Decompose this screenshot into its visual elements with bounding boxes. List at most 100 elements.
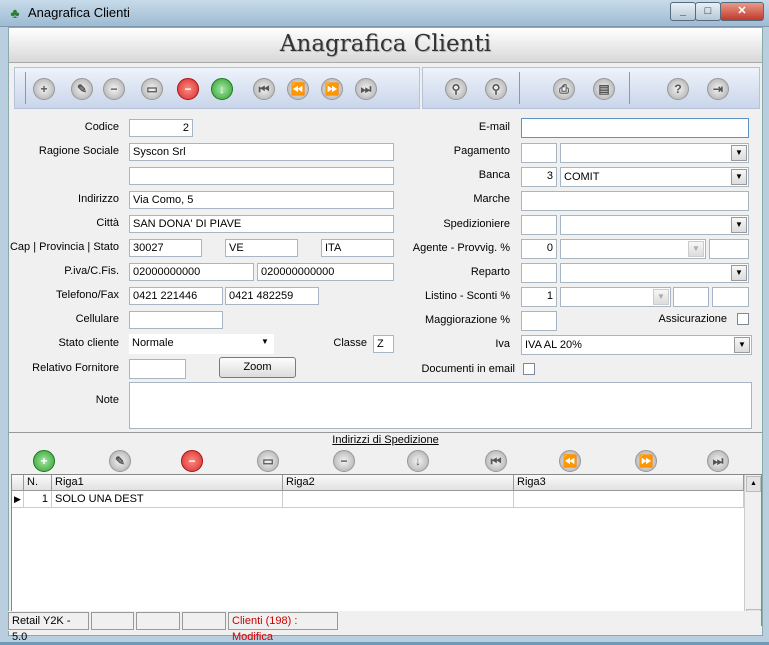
indirizzo-field[interactable]: Via Como, 5 — [129, 191, 394, 209]
citta-field[interactable]: SAN DONA' DI PIAVE — [129, 215, 394, 233]
documenti-email-label: Documenti in email — [421, 363, 515, 375]
edit-address-icon[interactable]: ✎ — [109, 450, 131, 472]
export-icon[interactable]: ▤ — [593, 78, 615, 100]
relativo-fornitore-field[interactable] — [129, 359, 186, 379]
vertical-scrollbar[interactable]: ▲ ▼ — [744, 475, 761, 623]
table-cell-riga2[interactable] — [283, 491, 514, 508]
listino-code-field[interactable]: 1 — [521, 287, 557, 307]
iva-select[interactable]: IVA AL 20% ▼ — [521, 335, 752, 355]
agente-select[interactable]: ▼ — [560, 239, 706, 259]
zoom-button[interactable]: Zoom — [219, 357, 296, 378]
status-panel-2 — [91, 612, 134, 630]
documenti-email-checkbox[interactable] — [523, 363, 535, 375]
marche-field[interactable] — [521, 191, 749, 211]
scroll-up-icon[interactable]: ▲ — [746, 476, 761, 492]
advanced-search-icon[interactable]: ⚲ — [485, 78, 507, 100]
ragione-sociale-2-field[interactable] — [129, 167, 394, 185]
chevron-down-icon[interactable]: ▼ — [731, 217, 747, 233]
first-address-icon[interactable]: ⏮ — [485, 450, 507, 472]
chevron-down-icon[interactable]: ▼ — [688, 241, 704, 257]
edit-icon[interactable]: ✎ — [71, 78, 93, 100]
assicurazione-checkbox[interactable] — [737, 313, 749, 325]
sconto-1-field[interactable] — [673, 287, 709, 307]
page-title: Anagrafica Clienti — [279, 31, 492, 57]
stato-field[interactable]: ITA — [321, 239, 394, 257]
cancel-address-icon[interactable]: − — [333, 450, 355, 472]
first-record-icon[interactable]: ⏮ — [253, 78, 275, 100]
confirm-address-icon[interactable]: ↓ — [407, 450, 429, 472]
status-version: Retail Y2K - 5.0 — [8, 612, 89, 643]
spedizioniere-code-field[interactable] — [521, 215, 557, 235]
status-panel-4 — [182, 612, 226, 630]
column-header-riga2[interactable]: Riga2 — [283, 475, 514, 491]
printer-icon[interactable]: ⎙ — [553, 78, 575, 100]
toolbar-separator — [519, 72, 520, 104]
chevron-down-icon[interactable]: ▼ — [731, 145, 747, 161]
maggiorazione-field[interactable] — [521, 311, 557, 331]
spedizioniere-select[interactable]: ▼ — [560, 215, 749, 235]
telefono-field[interactable]: 0421 221446 — [129, 287, 223, 305]
spedizione-toolbar: + ✎ − ▭ − ↓ ⏮ ⏪ ⏩ ⏭ — [9, 448, 762, 472]
last-address-icon[interactable]: ⏭ — [707, 450, 729, 472]
fax-field[interactable]: 0421 482259 — [225, 287, 319, 305]
agente-code-field[interactable]: 0 — [521, 239, 557, 259]
ragione-sociale-label: Ragione Sociale — [38, 145, 119, 157]
cap-provincia-stato-label: Cap | Provincia | Stato — [9, 241, 119, 253]
stato-cliente-select[interactable]: Normale ▼ — [129, 334, 274, 354]
help-icon[interactable]: ? — [667, 78, 689, 100]
pagamento-code-field[interactable] — [521, 143, 557, 163]
classe-field[interactable]: Z — [373, 335, 394, 353]
codice-field[interactable]: 2 — [129, 119, 193, 137]
last-record-icon[interactable]: ⏭ — [355, 78, 377, 100]
table-cell-n[interactable]: 1 — [24, 491, 52, 508]
confirm-icon[interactable]: ↓ — [211, 78, 233, 100]
codice-fiscale-field[interactable]: 020000000000 — [257, 263, 394, 281]
minimize-button[interactable]: _ — [670, 2, 696, 21]
previous-address-icon[interactable]: ⏪ — [559, 450, 581, 472]
previous-record-icon[interactable]: ⏪ — [287, 78, 309, 100]
exit-icon[interactable]: ⇥ — [707, 78, 729, 100]
reparto-code-field[interactable] — [521, 263, 557, 283]
maximize-button[interactable]: □ — [695, 2, 721, 21]
next-record-icon[interactable]: ⏩ — [321, 78, 343, 100]
provincia-field[interactable]: VE — [225, 239, 298, 257]
close-button[interactable]: ✕ — [720, 2, 764, 21]
sconto-2-field[interactable] — [712, 287, 749, 307]
provvigione-field[interactable] — [709, 239, 749, 259]
add-address-icon[interactable]: + — [33, 450, 55, 472]
cancel-icon[interactable]: − — [177, 78, 199, 100]
print-preview-icon[interactable]: ▭ — [141, 78, 163, 100]
column-header-riga1[interactable]: Riga1 — [52, 475, 283, 491]
search-icon[interactable]: ⚲ — [445, 78, 467, 100]
banca-select[interactable]: COMIT ▼ — [560, 167, 749, 187]
column-header-riga3[interactable]: Riga3 — [514, 475, 744, 491]
pagamento-select[interactable]: ▼ — [560, 143, 749, 163]
piva-field[interactable]: 02000000000 — [129, 263, 254, 281]
status-panel-3 — [136, 612, 180, 630]
column-header-n[interactable]: N. — [24, 475, 52, 491]
title-bar[interactable]: ♣ Anagrafica Clienti _ □ ✕ — [0, 0, 769, 27]
chevron-down-icon[interactable]: ▼ — [653, 289, 669, 305]
classe-label: Classe — [333, 337, 367, 349]
cap-field[interactable]: 30027 — [129, 239, 202, 257]
new-record-icon[interactable]: + — [33, 78, 55, 100]
toolbar-separator — [25, 72, 26, 104]
table-cell-riga1[interactable]: SOLO UNA DEST — [52, 491, 283, 508]
ragione-sociale-field[interactable]: Syscon Srl — [129, 143, 394, 161]
banca-code-field[interactable]: 3 — [521, 167, 557, 187]
table-cell-riga3[interactable] — [514, 491, 744, 508]
chevron-down-icon[interactable]: ▼ — [731, 169, 747, 185]
reparto-select[interactable]: ▼ — [560, 263, 749, 283]
next-address-icon[interactable]: ⏩ — [635, 450, 657, 472]
listino-select[interactable]: ▼ — [560, 287, 671, 307]
client-area: Anagrafica Clienti + ✎ − ▭ − ↓ ⏮ ⏪ ⏩ ⏭ ⚲ ⚲ ⎙ ▤? ⇥ Cod… — [8, 27, 763, 636]
chevron-down-icon[interactable]: ▼ — [734, 337, 750, 353]
chevron-down-icon[interactable]: ▼ — [731, 265, 747, 281]
delete-record-icon[interactable]: − — [103, 78, 125, 100]
note-field[interactable] — [129, 382, 752, 429]
print-address-icon[interactable]: ▭ — [257, 450, 279, 472]
email-field[interactable] — [521, 118, 749, 138]
delete-address-icon[interactable]: − — [181, 450, 203, 472]
cellulare-field[interactable] — [129, 311, 223, 329]
chevron-down-icon[interactable]: ▼ — [257, 335, 273, 351]
